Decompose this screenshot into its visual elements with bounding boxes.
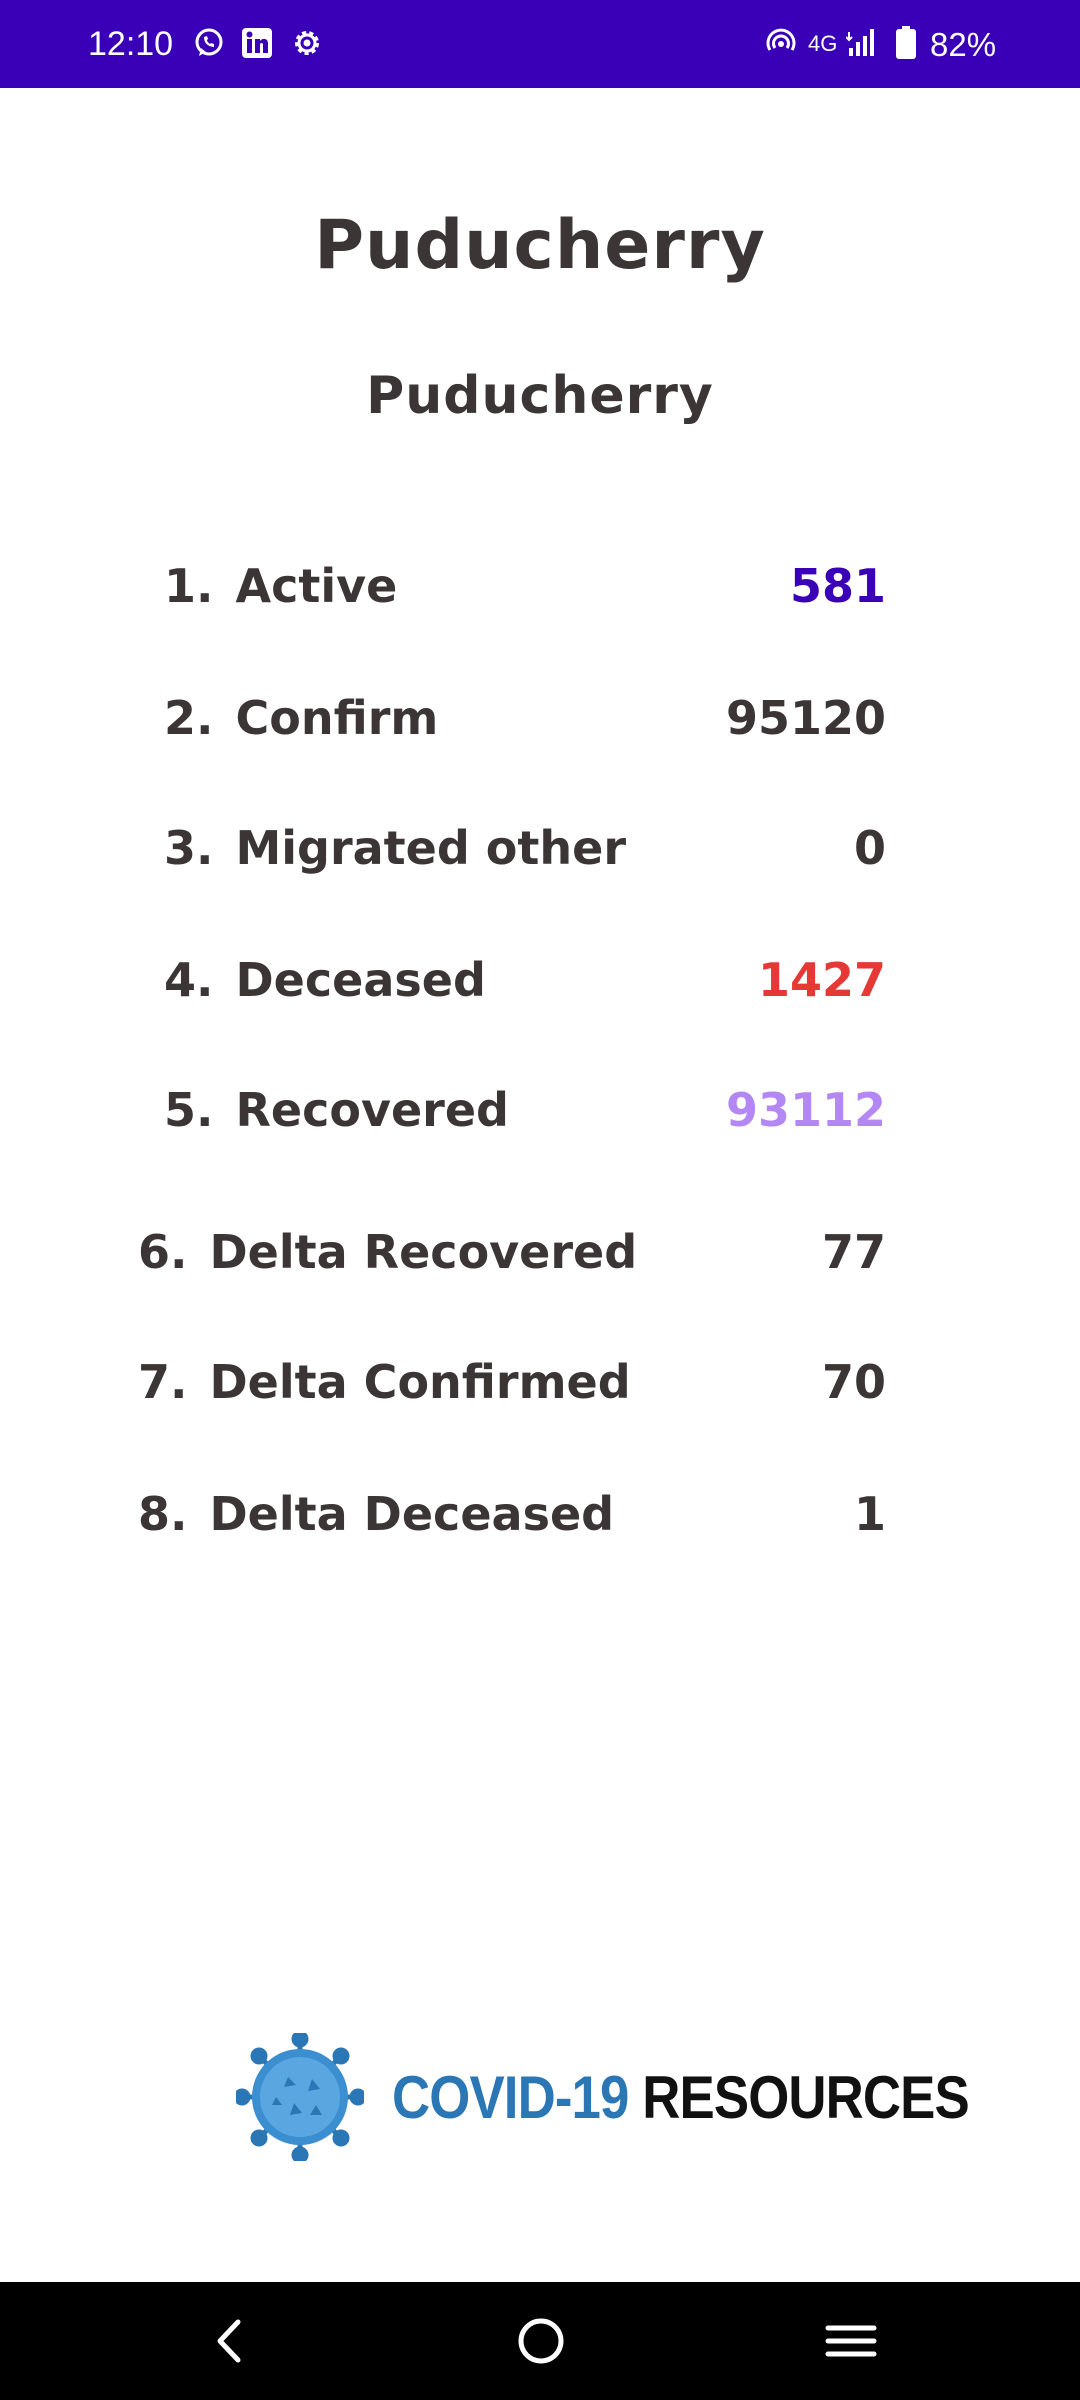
stat-label: Migrated other <box>235 821 627 875</box>
stat-number: 1. <box>164 559 214 613</box>
whatsapp-icon <box>195 28 223 56</box>
stat-value-migrated-other: 0 <box>853 821 886 875</box>
logo-text-resources: RESOURCES <box>642 2063 969 2131</box>
logo-text: COVID-19 RESOURCES <box>392 2063 970 2132</box>
linkedin-icon <box>242 28 272 58</box>
stat-row-recovered: 5. Recovered 93112 <box>164 1074 886 1146</box>
covid-resources-logo: COVID-19 RESOURCES <box>236 2032 1048 2162</box>
stat-value-confirm: 95120 <box>725 691 886 745</box>
page-subtitle: Puducherry <box>366 366 714 426</box>
stat-row-deceased: 4. Deceased 1427 <box>164 944 886 1016</box>
stat-number: 2. <box>164 691 214 745</box>
menu-icon[interactable] <box>816 2306 886 2376</box>
back-icon[interactable] <box>194 2306 264 2376</box>
stat-value-delta-deceased: 1 <box>853 1487 886 1541</box>
battery-icon <box>896 26 916 59</box>
stat-number: 5. <box>164 1083 214 1137</box>
hotspot-icon <box>766 28 796 51</box>
stat-value-delta-recovered: 77 <box>821 1225 886 1279</box>
network-type: 4G <box>808 31 838 56</box>
app-screen: 12:10 4G 82% Puducherry Puducherry 1. Ac… <box>0 0 1080 2400</box>
stat-row-active: 1. Active 581 <box>164 550 886 622</box>
stat-value-deceased: 1427 <box>757 953 886 1007</box>
settings-icon <box>295 31 319 55</box>
stat-number: 3. <box>164 821 214 875</box>
stat-value-recovered: 93112 <box>725 1083 886 1137</box>
home-icon[interactable] <box>506 2306 576 2376</box>
page-title: Puducherry <box>314 206 766 285</box>
stat-row-delta-recovered: 6. Delta Recovered 77 <box>138 1216 886 1288</box>
stat-row-confirm: 2. Confirm 95120 <box>164 682 886 754</box>
stat-label: Confirm <box>235 691 439 745</box>
stat-number: 4. <box>164 953 214 1007</box>
status-time: 12:10 <box>88 25 174 63</box>
status-bar: 12:10 4G 82% <box>0 0 1080 88</box>
stat-label: Active <box>235 559 398 613</box>
stat-row-delta-deceased: 8. Delta Deceased 1 <box>138 1478 886 1550</box>
stat-label: Deceased <box>235 953 486 1007</box>
signal-icon <box>846 29 874 56</box>
stat-label: Recovered <box>235 1083 509 1137</box>
stat-value-delta-confirmed: 70 <box>821 1355 886 1409</box>
virus-icon <box>236 2033 364 2161</box>
stat-label: Delta Confirmed <box>209 1355 631 1409</box>
navigation-bar <box>0 2282 1080 2400</box>
logo-text-covid: COVID-19 <box>392 2063 629 2131</box>
stat-number: 6. <box>138 1225 188 1279</box>
stat-value-active: 581 <box>789 559 886 613</box>
stat-number: 7. <box>138 1355 188 1409</box>
stat-row-migrated-other: 3. Migrated other 0 <box>164 812 886 884</box>
stat-label: Delta Deceased <box>209 1487 615 1541</box>
battery-percent: 82% <box>930 26 997 63</box>
stat-number: 8. <box>138 1487 188 1541</box>
stat-row-delta-confirmed: 7. Delta Confirmed 70 <box>138 1346 886 1418</box>
stat-label: Delta Recovered <box>209 1225 638 1279</box>
